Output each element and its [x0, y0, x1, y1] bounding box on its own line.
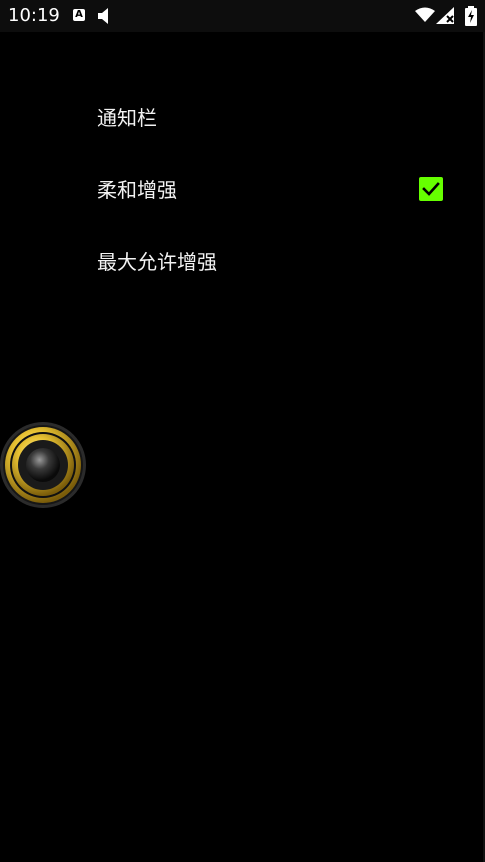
- status-time: 10:19: [8, 5, 60, 26]
- menu-item-soft-boost[interactable]: 柔和增强: [97, 177, 177, 203]
- menu-item-notification-bar[interactable]: 通知栏: [97, 105, 157, 131]
- menu-item-max-allowed-boost[interactable]: 最大允许增强: [97, 249, 217, 275]
- volume-icon: [98, 7, 110, 29]
- wifi-icon: [415, 7, 435, 27]
- checkmark-icon: [422, 182, 440, 196]
- signal-icon: [436, 7, 456, 29]
- a-icon: A: [73, 9, 85, 21]
- battery-icon: [465, 6, 477, 30]
- soft-boost-checkbox[interactable]: [419, 177, 443, 201]
- status-bar: 10:19 A: [0, 0, 485, 32]
- floating-volume-knob[interactable]: [0, 421, 88, 509]
